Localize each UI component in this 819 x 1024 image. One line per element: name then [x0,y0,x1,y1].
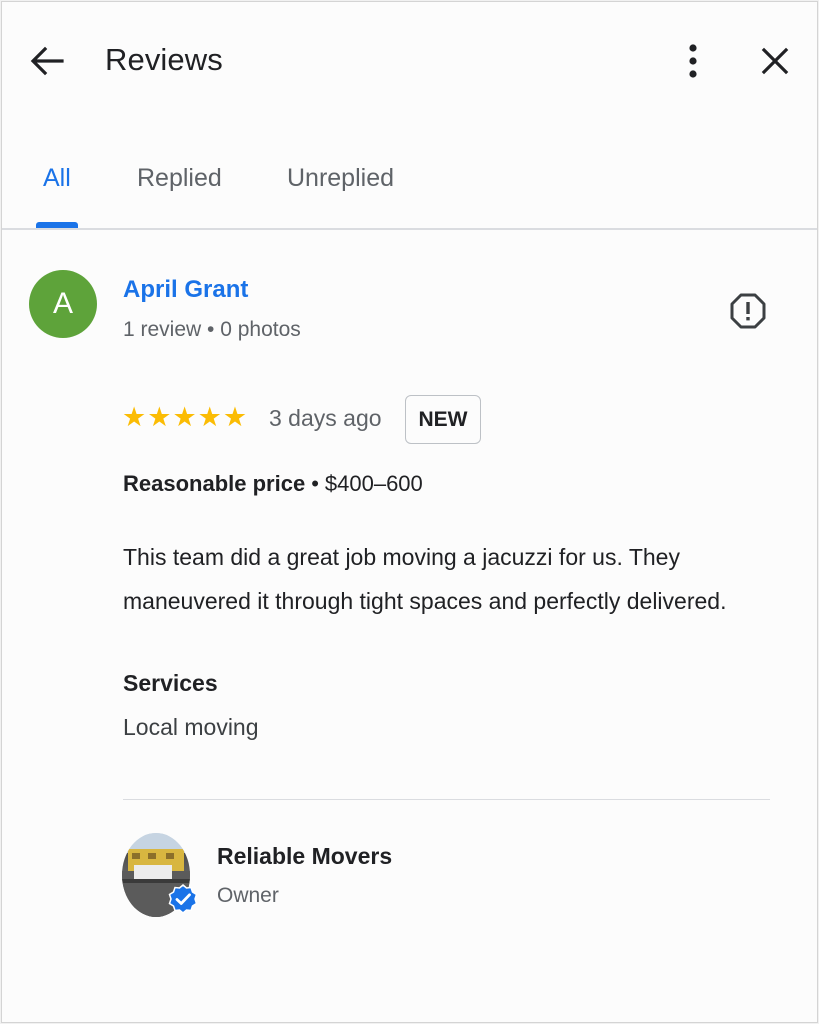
tab-replied[interactable]: Replied [137,164,222,193]
price-separator: • [311,471,319,496]
reviewer-meta: 1 review • 0 photos [123,318,301,341]
report-review-button[interactable] [727,290,769,332]
star-icon: ★ [172,402,197,432]
app-bar: Reviews [2,2,817,120]
reviewer-avatar[interactable]: A [29,270,97,338]
owner-avatar[interactable] [122,833,198,917]
verified-icon [168,884,198,914]
review-time: 3 days ago [269,405,382,431]
back-button[interactable] [28,42,66,80]
reviews-panel: Reviews All Replied Unreplied A April Gr… [1,1,818,1023]
star-icon: ★ [122,402,147,432]
star-icon: ★ [222,402,248,432]
close-icon [761,47,789,75]
owner-name[interactable]: Reliable Movers [217,843,392,870]
more-vert-icon [689,44,697,78]
tab-unreplied[interactable]: Unreplied [287,164,394,193]
page-title: Reviews [105,42,223,77]
report-icon [730,293,766,329]
services-value: Local moving [123,714,259,740]
star-icon: ★ [147,402,172,432]
review-filter-tabs: All Replied Unreplied [2,152,817,230]
reviewer-name[interactable]: April Grant [123,276,248,304]
arrow-back-icon [30,46,64,76]
close-button[interactable] [754,40,796,82]
divider [123,799,770,800]
price-line: Reasonable price • $400–600 [123,471,423,497]
new-badge: NEW [405,395,481,444]
star-rating: ★ ★ ★ ★ ★ [122,402,247,432]
services-heading: Services [123,670,218,696]
star-icon: ★ [197,402,222,432]
active-tab-indicator [36,222,78,228]
review-text: This team did a great job moving a jacuz… [123,544,727,614]
price-label: Reasonable price [123,471,306,496]
more-options-button[interactable] [678,40,708,82]
tab-all[interactable]: All [43,164,71,193]
owner-role: Owner [217,884,279,907]
price-value: $400–600 [324,471,423,496]
